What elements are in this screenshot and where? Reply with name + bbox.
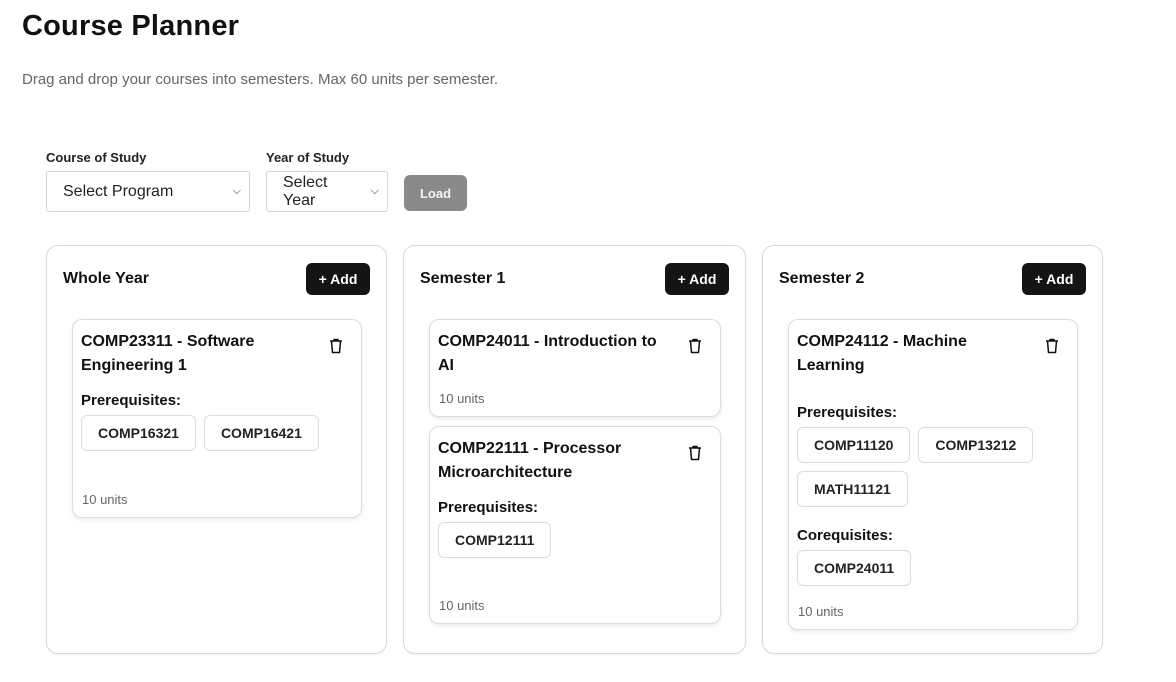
course-units: 10 units [798, 604, 844, 619]
trash-icon[interactable] [688, 445, 702, 461]
course-units: 10 units [439, 598, 485, 613]
prerequisites-list: COMP16321 COMP16421 [81, 415, 353, 459]
prerequisites-list: COMP12111 [438, 522, 712, 566]
trash-icon[interactable] [688, 338, 702, 354]
corequisites-label: Corequisites: [797, 527, 893, 544]
prerequisite-chip: COMP11120 [797, 427, 911, 463]
page-title: Course Planner [22, 10, 240, 42]
column-header: Semester 2 + Add [779, 263, 1086, 295]
course-card[interactable]: COMP23311 - Software Engineering 1 Prere… [72, 319, 362, 518]
course-card[interactable]: COMP24011 - Introduction to AI 10 units [429, 319, 721, 417]
column-whole-year: Whole Year + Add COMP23311 - Software En… [46, 245, 387, 654]
chevron-down-icon: ⌵ [370, 185, 379, 197]
column-title: Whole Year [63, 270, 149, 287]
prerequisites-label: Prerequisites: [797, 404, 898, 421]
column-semester-1: Semester 1 + Add COMP24011 - Introductio… [403, 245, 746, 654]
year-select-value: Select Year [283, 173, 328, 209]
course-title: COMP22111 - Processor Microarchitecture [438, 440, 622, 481]
trash-icon[interactable] [1045, 338, 1059, 354]
program-label: Course of Study [46, 150, 147, 165]
corequisites-list: COMP24011 [797, 550, 1069, 594]
course-title: COMP24112 - Machine Learning [797, 333, 967, 374]
trash-icon[interactable] [329, 338, 343, 354]
course-units: 10 units [439, 391, 485, 406]
add-course-button[interactable]: + Add [306, 263, 370, 295]
prerequisite-chip: COMP12111 [438, 522, 552, 558]
filters-bar: Course of Study Select Program ⌵ Year of… [46, 150, 467, 212]
column-header: Semester 1 + Add [420, 263, 729, 295]
program-select[interactable]: Select Program ⌵ [46, 171, 250, 212]
program-field: Course of Study Select Program ⌵ [46, 150, 250, 212]
prerequisite-chip: COMP13212 [918, 427, 1034, 463]
add-course-button[interactable]: + Add [665, 263, 729, 295]
column-title: Semester 1 [420, 270, 506, 287]
year-select[interactable]: Select Year ⌵ [266, 171, 388, 212]
course-title: COMP24011 - Introduction to AI [438, 333, 657, 374]
prerequisite-chip: COMP16321 [81, 415, 196, 451]
column-header: Whole Year + Add [63, 263, 370, 295]
column-title: Semester 2 [779, 270, 865, 287]
year-field: Year of Study Select Year ⌵ [266, 150, 388, 212]
program-select-value: Select Program [63, 182, 174, 200]
chevron-down-icon: ⌵ [232, 185, 241, 197]
load-button[interactable]: Load [404, 175, 467, 211]
prerequisite-chip: COMP16421 [203, 415, 319, 451]
prerequisites-list: COMP11120 COMP13212 MATH11121 [797, 427, 1069, 515]
course-title: COMP23311 - Software Engineering 1 [81, 333, 255, 374]
prerequisites-label: Prerequisites: [438, 499, 539, 516]
corequisite-chip: COMP24011 [797, 550, 912, 586]
prerequisite-chip: MATH11121 [797, 471, 908, 507]
add-course-button[interactable]: + Add [1022, 263, 1086, 295]
course-card[interactable]: COMP22111 - Processor Microarchitecture … [429, 426, 721, 624]
prerequisites-label: Prerequisites: [81, 392, 182, 409]
year-label: Year of Study [266, 150, 350, 165]
column-semester-2: Semester 2 + Add COMP24112 - Machine Lea… [762, 245, 1103, 654]
course-card[interactable]: COMP24112 - Machine Learning Prerequisit… [788, 319, 1078, 630]
page-subtitle: Drag and drop your courses into semester… [22, 71, 499, 88]
course-units: 10 units [82, 492, 128, 507]
